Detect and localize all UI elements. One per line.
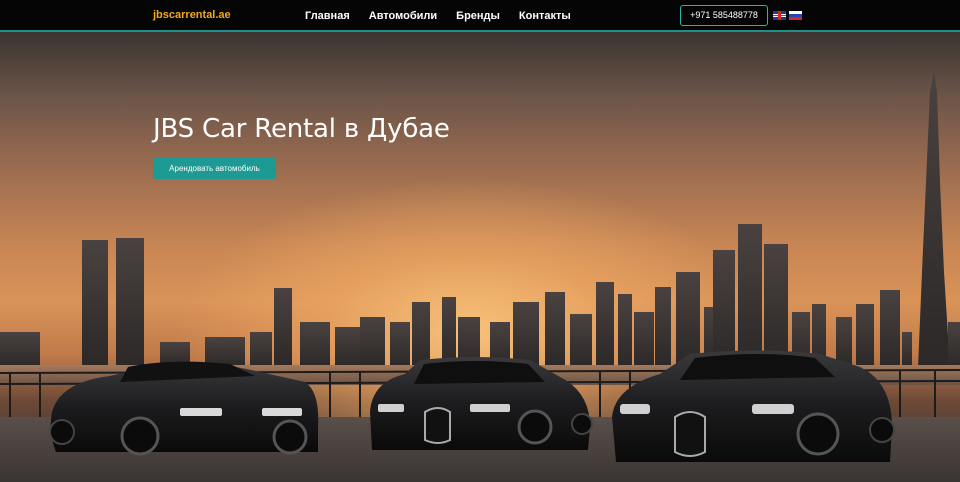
site-logo[interactable]: jbscarrental.ae <box>153 9 231 21</box>
main-nav: Главная Автомобили Бренды Контакты <box>305 10 590 22</box>
hero-title: JBS Car Rental в Дубае <box>153 114 450 144</box>
site-header: jbscarrental.ae Главная Автомобили Бренд… <box>0 0 960 32</box>
english-flag-icon[interactable] <box>773 11 786 20</box>
russian-flag-icon[interactable] <box>789 11 802 20</box>
rent-car-button[interactable]: Арендовать автомобиль <box>153 158 276 179</box>
nav-link-brands[interactable]: Бренды <box>456 10 500 22</box>
nav-link-contacts[interactable]: Контакты <box>519 10 571 22</box>
hero-section: JBS Car Rental в Дубае Арендовать автомо… <box>0 32 960 482</box>
phone-button[interactable]: +971 585488778 <box>680 5 768 26</box>
nav-link-home[interactable]: Главная <box>305 10 350 22</box>
nav-link-cars[interactable]: Автомобили <box>369 10 437 22</box>
skyline <box>0 72 960 368</box>
dubai-skyline-cars-illustration <box>0 72 960 482</box>
language-switcher <box>773 11 802 20</box>
